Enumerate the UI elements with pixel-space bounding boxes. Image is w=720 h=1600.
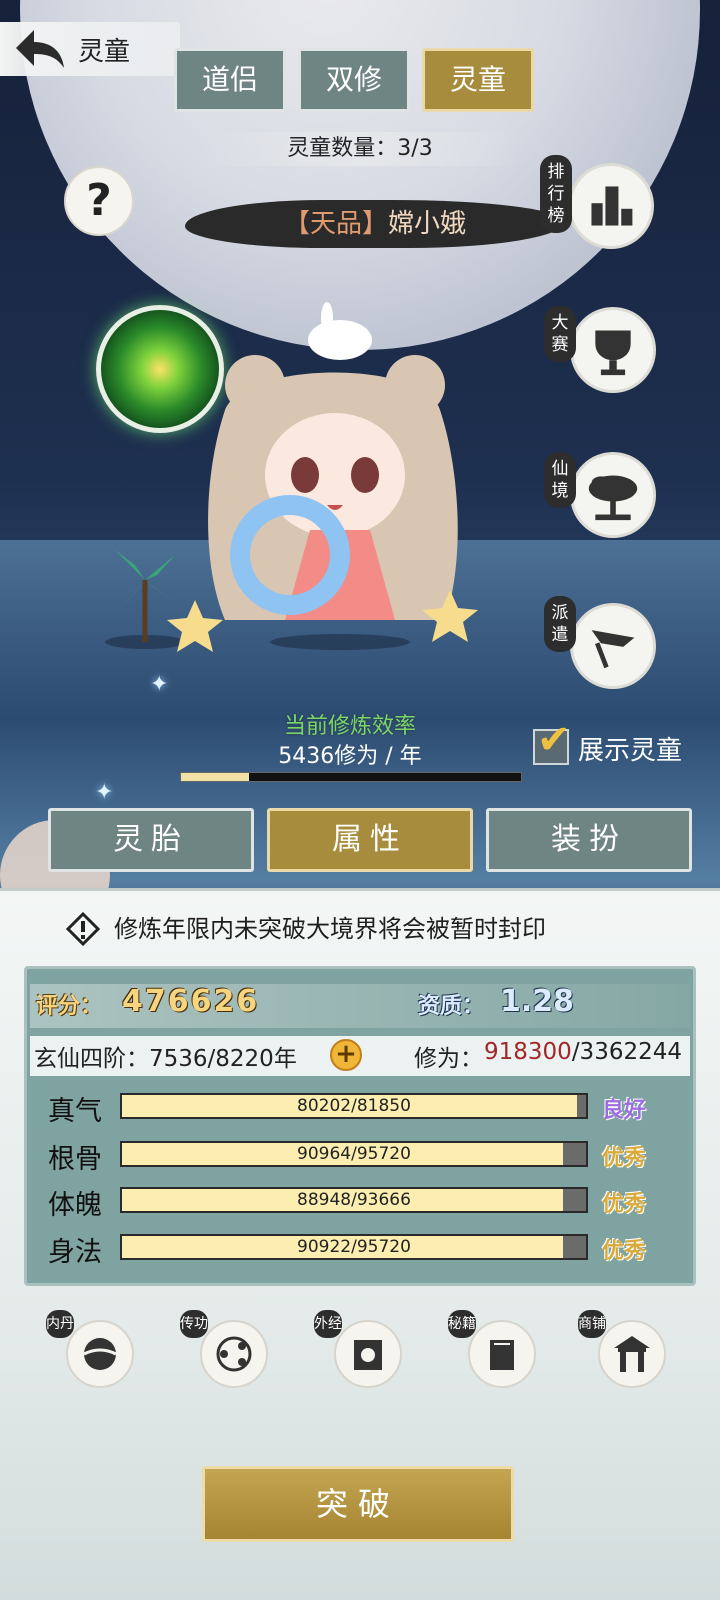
realm-label: 玄仙四阶：7536/8220年 bbox=[34, 1046, 297, 1072]
breakthrough-button[interactable]: 突破 bbox=[202, 1466, 514, 1542]
shop-icon bbox=[614, 1336, 650, 1372]
attr-name: 身法 bbox=[48, 1237, 102, 1268]
score-value: 476626 bbox=[122, 984, 260, 1019]
warning-icon bbox=[66, 912, 100, 946]
dispatch-button[interactable] bbox=[570, 603, 656, 689]
attr-value: 90922/95720 bbox=[297, 1237, 411, 1257]
attr-value: 80202/81850 bbox=[297, 1096, 411, 1116]
add-years-button[interactable]: + bbox=[330, 1039, 362, 1071]
tab-daolv[interactable]: 道侣 bbox=[174, 48, 286, 112]
xiuwei-label: 修为： bbox=[414, 1046, 483, 1072]
inner-pill-button[interactable] bbox=[66, 1320, 134, 1388]
xiuwei-total: /3362244 bbox=[571, 1039, 682, 1065]
inner-pill-icon bbox=[83, 1338, 117, 1370]
attr-value: 90964/95720 bbox=[297, 1144, 411, 1164]
show-spirit-checkbox[interactable]: ✔ bbox=[533, 717, 571, 765]
question-icon: ? bbox=[86, 175, 112, 226]
tab-attributes[interactable]: 属性 bbox=[267, 808, 473, 872]
tab-lingtong[interactable]: 灵童 bbox=[422, 48, 534, 112]
back-arrow-icon[interactable] bbox=[12, 26, 68, 72]
secret-book-label: 秘籍 bbox=[448, 1310, 476, 1338]
aptitude-value: 1.28 bbox=[500, 984, 575, 1019]
spirit-quality: 【天品】 bbox=[283, 209, 388, 239]
scripture-label: 外经 bbox=[314, 1310, 342, 1338]
secret-book-button[interactable] bbox=[468, 1320, 536, 1388]
attr-grade: 优秀 bbox=[602, 1239, 647, 1264]
contest-label: 大赛 bbox=[544, 306, 576, 362]
attr-bar: 90964/95720 bbox=[120, 1141, 588, 1167]
attr-bar: 80202/81850 bbox=[120, 1093, 588, 1119]
attr-bar: 90922/95720 bbox=[120, 1234, 588, 1260]
spirit-count: 灵童数量：3/3 bbox=[200, 132, 520, 166]
transfer-label: 传功 bbox=[180, 1310, 208, 1338]
efficiency-value: 5436修为 / 年 bbox=[278, 744, 422, 769]
spirit-name: 嫦小娥 bbox=[388, 209, 467, 239]
dispatch-label: 派遣 bbox=[544, 596, 576, 652]
sparkle-icon: ✦ bbox=[150, 672, 169, 697]
attr-grade: 优秀 bbox=[602, 1146, 647, 1171]
spirit-character bbox=[95, 290, 485, 660]
transfer-icon bbox=[216, 1336, 252, 1372]
sparkle-icon: ✦ bbox=[95, 780, 114, 805]
shop-button[interactable] bbox=[598, 1320, 666, 1388]
ranking-label: 排行榜 bbox=[540, 155, 572, 233]
fairyland-button[interactable] bbox=[570, 452, 656, 538]
aptitude-label: 资质： bbox=[418, 994, 485, 1019]
attr-name: 根骨 bbox=[48, 1144, 102, 1175]
transfer-button[interactable] bbox=[200, 1320, 268, 1388]
tab-dressup[interactable]: 装扮 bbox=[486, 808, 692, 872]
attr-name: 真气 bbox=[48, 1096, 102, 1127]
shop-label: 商铺 bbox=[578, 1310, 606, 1338]
ranking-button[interactable] bbox=[568, 163, 654, 249]
xiuwei-current: 918300 bbox=[484, 1039, 572, 1065]
efficiency-title: 当前修炼效率 bbox=[283, 714, 416, 739]
help-button[interactable]: ? bbox=[64, 166, 134, 236]
trophy-icon bbox=[595, 330, 631, 376]
scroll-icon bbox=[354, 1340, 382, 1370]
efficiency-progress-fill bbox=[181, 773, 249, 781]
spirit-name-banner: 【天品】嫦小娥 bbox=[185, 200, 565, 248]
tab-lingtai[interactable]: 灵胎 bbox=[48, 808, 254, 872]
attr-grade: 良好 bbox=[602, 1098, 647, 1123]
attr-name: 体魄 bbox=[48, 1190, 102, 1221]
efficiency-progress bbox=[180, 772, 522, 782]
ranking-icon bbox=[591, 186, 633, 226]
fairyland-label: 仙境 bbox=[544, 452, 576, 508]
page-title: 灵童 bbox=[78, 37, 131, 67]
attr-bar: 88948/93666 bbox=[120, 1187, 588, 1213]
scripture-button[interactable] bbox=[334, 1320, 402, 1388]
book-icon bbox=[490, 1340, 514, 1370]
score-label: 评分： bbox=[36, 994, 103, 1019]
xiuwei-value: 918300/3362244 bbox=[484, 1039, 682, 1065]
attr-grade: 优秀 bbox=[602, 1192, 647, 1217]
tab-shuangxiu[interactable]: 双修 bbox=[298, 48, 410, 112]
show-spirit-label: 展示灵童 bbox=[578, 736, 683, 766]
checkmark-icon: ✔ bbox=[537, 717, 571, 763]
warning-text: 修炼年限内未突破大境界将会被暂时封印 bbox=[114, 915, 546, 943]
contest-button[interactable] bbox=[570, 307, 656, 393]
flag-icon bbox=[591, 630, 635, 669]
tree-icon bbox=[588, 475, 638, 521]
attr-value: 88948/93666 bbox=[297, 1190, 411, 1210]
inner-pill-label: 内丹 bbox=[46, 1310, 74, 1338]
